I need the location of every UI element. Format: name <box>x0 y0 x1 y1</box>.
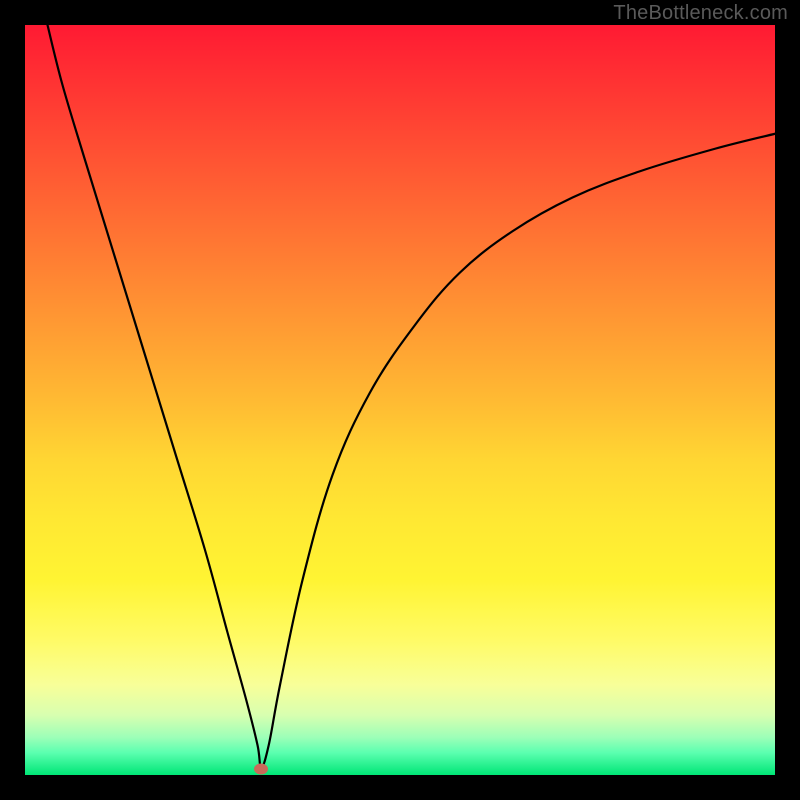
bottleneck-curve <box>25 25 775 775</box>
watermark-text: TheBottleneck.com <box>613 2 788 25</box>
chart-frame: TheBottleneck.com <box>0 0 800 800</box>
plot-area <box>25 25 775 775</box>
optimal-point-marker <box>254 764 268 775</box>
